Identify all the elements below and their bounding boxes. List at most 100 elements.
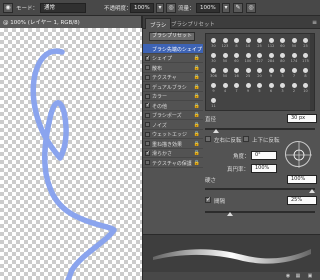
lock-icon[interactable]: 🔒 xyxy=(194,93,200,99)
setting-checkbox[interactable] xyxy=(145,141,150,146)
pressure-size-icon[interactable]: ◎ xyxy=(246,3,256,13)
new-brush-icon[interactable]: ▣ xyxy=(307,273,313,279)
setting-checkbox[interactable] xyxy=(145,160,150,165)
brush-tip[interactable]: 50 xyxy=(289,36,300,48)
setting-row[interactable]: ノイズ 🔒 xyxy=(143,120,203,130)
hardness-slider[interactable] xyxy=(205,188,315,190)
brush-tip[interactable]: 2 xyxy=(289,81,300,93)
brush-tip[interactable]: 306 xyxy=(208,66,219,78)
lock-icon[interactable]: 🔒 xyxy=(194,84,200,90)
flow-field[interactable]: 100% xyxy=(196,3,220,13)
lock-icon[interactable]: 🔒 xyxy=(194,150,200,156)
setting-checkbox[interactable] xyxy=(145,65,150,70)
brush-tip[interactable]: 80 xyxy=(277,51,288,63)
brush-tip[interactable]: 3 xyxy=(277,66,288,78)
document-tab[interactable]: @ 100% (レイヤー 1, RGB/8) xyxy=(0,16,142,28)
brush-tip[interactable]: 123 xyxy=(220,36,231,48)
airbrush-icon[interactable]: ✎ xyxy=(233,3,243,13)
brush-tip[interactable]: 10 xyxy=(300,81,311,93)
setting-row[interactable]: ✓ 滑らかさ 🔒 xyxy=(143,149,203,158)
brush-tip[interactable]: 100 xyxy=(243,51,254,63)
lock-icon[interactable]: 🔒 xyxy=(194,131,200,137)
brush-tip[interactable]: 8 xyxy=(231,36,242,48)
setting-row[interactable]: カラー 🔒 xyxy=(143,92,203,101)
flow-dropdown-icon[interactable]: ▾ xyxy=(222,3,230,13)
brush-tip[interactable]: 16 xyxy=(231,66,242,78)
brush-tip[interactable]: 7 xyxy=(289,66,300,78)
setting-checkbox[interactable]: ✓ xyxy=(145,55,150,61)
brush-tip[interactable]: 4 xyxy=(220,81,231,93)
setting-checkbox[interactable] xyxy=(145,93,150,99)
pressure-opacity-icon[interactable]: ◎ xyxy=(166,3,176,13)
setting-checkbox[interactable] xyxy=(145,122,150,127)
lock-icon[interactable]: 🔒 xyxy=(194,160,200,166)
angle-roundness-widget[interactable] xyxy=(285,141,312,168)
brush-tip[interactable]: 6 xyxy=(266,81,277,93)
setting-row[interactable]: ブラシ先端のシェイプ xyxy=(143,44,203,54)
setting-checkbox[interactable] xyxy=(145,74,150,80)
panel-menu-icon[interactable]: ≡ xyxy=(312,19,317,26)
brush-tip[interactable]: 9 xyxy=(208,81,219,93)
tab-brush-presets[interactable]: ブラシプリセット xyxy=(167,18,219,29)
opacity-dropdown-icon[interactable]: ▾ xyxy=(156,3,164,13)
angle-field[interactable]: 0° xyxy=(251,151,277,160)
brush-tip[interactable]: 25 xyxy=(254,36,265,48)
setting-row[interactable]: ✓ その他 🔒 xyxy=(143,101,203,111)
setting-checkbox[interactable] xyxy=(145,112,150,118)
brush-tip[interactable]: 25 xyxy=(300,36,311,48)
brush-tip[interactable]: 30 xyxy=(208,36,219,48)
brush-tip[interactable]: 50 xyxy=(220,66,231,78)
brush-tip[interactable]: 30 xyxy=(208,51,219,63)
brush-preset-picker-icon[interactable]: ◉ xyxy=(3,3,13,13)
spacing-checkbox[interactable]: ✓ xyxy=(205,196,211,203)
brush-tip[interactable]: 60 xyxy=(277,36,288,48)
brush-tip[interactable]: 175 xyxy=(300,51,311,63)
mode-select[interactable]: 通常 xyxy=(40,3,86,13)
setting-checkbox[interactable]: ✓ xyxy=(145,150,150,156)
brush-tip[interactable]: 8 xyxy=(300,66,311,78)
setting-row[interactable]: 重ね描き効果 🔒 xyxy=(143,139,203,149)
setting-checkbox[interactable] xyxy=(145,84,150,89)
size-field[interactable]: 30 px xyxy=(287,114,317,123)
lock-icon[interactable]: 🔒 xyxy=(194,65,200,71)
spacing-slider[interactable] xyxy=(205,211,315,213)
roundness-field[interactable]: 100% xyxy=(251,164,277,173)
grid-view-icon[interactable]: ▦ xyxy=(295,273,301,279)
brush-tip[interactable]: 11 xyxy=(208,96,219,108)
brush-tip[interactable]: 9 xyxy=(266,66,277,78)
brush-tip[interactable]: 9 xyxy=(243,81,254,93)
setting-row[interactable]: ウェットエッジ 🔒 xyxy=(143,130,203,139)
brush-presets-button[interactable]: ブラシプリセット xyxy=(149,32,195,41)
brush-tip[interactable]: 3 xyxy=(277,81,288,93)
brush-tip[interactable]: 112 xyxy=(266,36,277,48)
opacity-field[interactable]: 100% xyxy=(130,3,154,13)
flip-x-checkbox[interactable] xyxy=(205,136,211,142)
hardness-slider-knob[interactable] xyxy=(309,189,315,193)
setting-checkbox[interactable] xyxy=(145,131,150,137)
spacing-field[interactable]: 25% xyxy=(287,196,317,205)
setting-row[interactable]: テクスチャの保護 🔒 xyxy=(143,158,203,168)
setting-row[interactable]: ブラシポーズ 🔒 xyxy=(143,111,203,120)
brush-tip[interactable]: 127 xyxy=(254,51,265,63)
brush-tip[interactable]: 284 xyxy=(266,51,277,63)
hardness-field[interactable]: 100% xyxy=(287,175,317,184)
toggle-preview-icon[interactable]: ◉ xyxy=(285,273,291,279)
setting-row[interactable]: デュアルブラシ 🔒 xyxy=(143,82,203,92)
lock-icon[interactable]: 🔒 xyxy=(194,122,200,128)
setting-row[interactable]: 散布 🔒 xyxy=(143,63,203,73)
lock-icon[interactable]: 🔒 xyxy=(194,55,200,61)
lock-icon[interactable]: 🔒 xyxy=(194,74,200,80)
lock-icon[interactable]: 🔒 xyxy=(194,112,200,118)
size-slider-knob[interactable] xyxy=(213,129,219,133)
brush-tip[interactable]: 20 xyxy=(254,66,265,78)
brush-tip[interactable]: 5 xyxy=(254,81,265,93)
setting-row[interactable]: ✓ シェイプ 🔒 xyxy=(143,54,203,63)
brush-tip[interactable]: 50 xyxy=(220,51,231,63)
canvas[interactable] xyxy=(0,28,142,280)
setting-checkbox[interactable]: ✓ xyxy=(145,103,150,108)
setting-row[interactable]: テクスチャ 🔒 xyxy=(143,73,203,82)
brush-tip[interactable]: 10 xyxy=(243,36,254,48)
brush-tip[interactable]: 60 xyxy=(231,51,242,63)
lock-icon[interactable]: 🔒 xyxy=(194,141,200,147)
brush-tip[interactable]: 174 xyxy=(289,51,300,63)
